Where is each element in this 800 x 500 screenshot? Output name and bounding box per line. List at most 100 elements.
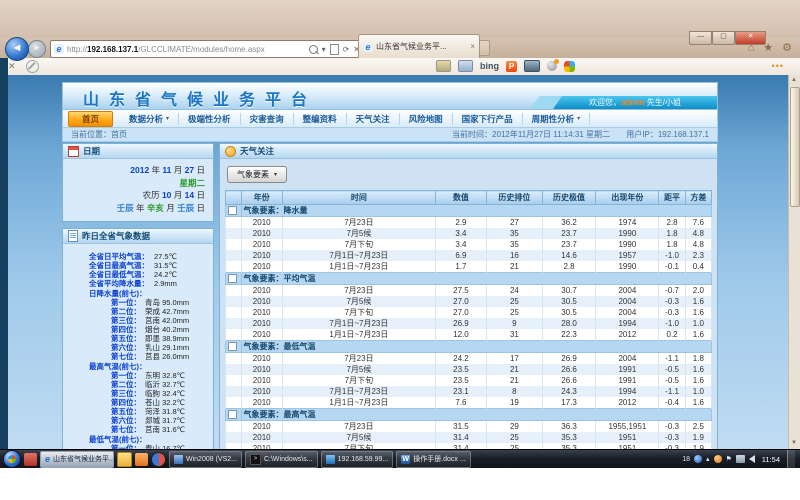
section-checkbox[interactable] <box>228 410 237 419</box>
menu-item-4[interactable]: 整编资料 <box>294 113 347 125</box>
volume-icon[interactable] <box>749 455 755 463</box>
section-row: 气象要素：降水量 <box>226 205 712 217</box>
table-row: 20107月下旬27.02530.52004-0.31.6 <box>226 307 712 318</box>
date-segment: 14 <box>185 190 197 200</box>
app-ball-icon[interactable] <box>151 452 166 467</box>
menu-item-5[interactable]: 天气关注 <box>347 113 400 125</box>
taskbar-button-3[interactable]: W操作手册.docx ... <box>396 451 471 468</box>
table-cell: 35 <box>486 239 542 250</box>
table-cell: -1.0 <box>659 318 685 329</box>
address-bar[interactable]: e http://192.168.137.1/GLCCLIMATE/module… <box>50 40 364 58</box>
addon-close-icon[interactable]: ✕ <box>8 61 16 72</box>
win-icon <box>174 455 183 464</box>
browser-scrollbar[interactable]: ▲ ▼ <box>788 75 800 449</box>
card-icon[interactable] <box>436 60 451 72</box>
stat-line: 全省平均降水量：2.9mm <box>63 279 211 288</box>
table-cell: 31.5 <box>435 421 486 433</box>
rank-group-title: 日降水量(前七)： <box>63 289 211 298</box>
minimize-button[interactable]: — <box>689 31 712 45</box>
table-cell: 2004 <box>596 307 659 318</box>
camera-icon[interactable] <box>524 60 540 72</box>
search-provider-icon[interactable]: P <box>506 61 517 72</box>
table-cell: 1994 <box>596 318 659 329</box>
maximize-button[interactable]: ▢ <box>712 31 735 45</box>
taskbar-clock[interactable]: 11:54 <box>762 455 780 464</box>
menu-item-6[interactable]: 风险地图 <box>400 113 453 125</box>
table-row: 20107月23日27.52430.72004-0.72.0 <box>226 285 712 297</box>
tab-close-icon[interactable]: × <box>470 42 475 51</box>
person-icon[interactable] <box>547 61 557 71</box>
search-dropdown-icon[interactable]: ▾ <box>322 45 326 54</box>
menu-item-8[interactable]: 周期性分析▾ <box>523 113 591 125</box>
date-line: 2012 年 11 月 27 日 <box>71 164 205 177</box>
table-cell: 8 <box>486 386 542 397</box>
word-icon: W <box>401 455 410 464</box>
menu-item-3[interactable]: 灾害查询 <box>241 113 294 125</box>
tray-app-icon[interactable] <box>694 455 702 463</box>
taskbar-button-1[interactable]: >C:\Windows\s... <box>245 451 318 468</box>
table-cell: 2.9 <box>435 217 486 229</box>
rank-item: 第七位：莒县 26.0mm <box>63 352 211 361</box>
settings-gear-icon[interactable]: ⚙ <box>782 41 792 55</box>
explorer-icon[interactable] <box>117 452 132 467</box>
cmd-icon: > <box>250 454 261 465</box>
section-checkbox[interactable] <box>228 274 237 283</box>
menu-item-0[interactable]: 首页 <box>68 111 113 127</box>
pinned-app-icon[interactable] <box>24 453 37 466</box>
table-cell: 2010 <box>241 285 282 297</box>
network-icon[interactable] <box>736 455 745 463</box>
start-button[interactable] <box>3 450 21 468</box>
bing-logo[interactable]: bing <box>480 61 499 71</box>
close-button[interactable]: ✕ <box>735 31 766 45</box>
scroll-down-icon[interactable]: ▼ <box>789 438 799 449</box>
browser-tab[interactable]: e 山东省气候业务平... × <box>358 34 480 58</box>
back-button[interactable]: ◄ <box>5 37 29 61</box>
table-cell: 1.0 <box>685 318 711 329</box>
rank-value: 乳山 29.1mm <box>145 343 189 352</box>
table-cell: 1991 <box>596 364 659 375</box>
section-checkbox[interactable] <box>228 206 237 215</box>
menu-item-1[interactable]: 数据分析▾ <box>120 113 179 125</box>
mail-icon[interactable] <box>458 60 473 72</box>
table-header-cell: 数值 <box>435 191 486 205</box>
section-checkbox[interactable] <box>228 342 237 351</box>
compatibility-icon[interactable] <box>330 44 339 55</box>
taskbar-button-2[interactable]: 192.168.59.99... <box>321 451 394 468</box>
table-cell: 7月5候 <box>282 296 435 307</box>
url-text[interactable]: http://192.168.137.1/GLCCLIMATE/modules/… <box>67 45 306 54</box>
search-icon[interactable] <box>309 45 318 54</box>
active-window-button[interactable]: e 山东省气候业务平... <box>40 451 114 468</box>
app-orange-icon[interactable] <box>135 453 148 466</box>
addons-icon[interactable] <box>564 61 575 72</box>
taskbar-button-0[interactable]: Win2008 (VS2... <box>169 451 242 468</box>
table-cell: 22.3 <box>542 329 595 341</box>
more-options-icon[interactable]: ••• <box>772 61 784 71</box>
table-cell: 36.3 <box>542 421 595 433</box>
show-desktop-button[interactable] <box>787 450 795 469</box>
tray-expand-icon[interactable]: ▴ <box>706 455 710 463</box>
menu-item-2[interactable]: 极端性分析 <box>179 113 241 125</box>
page-title: 山东省气候业务平台 <box>83 86 317 110</box>
element-filter-button[interactable]: 气象要素▾ <box>227 166 287 183</box>
refresh-icon[interactable]: ⟳ <box>343 45 350 54</box>
table-cell: 26.9 <box>542 353 595 365</box>
forward-button[interactable]: ► <box>28 40 46 58</box>
table-row: 20107月1日~7月23日6.91614.61957-1.02.3 <box>226 250 712 261</box>
date-segment: 月 <box>166 203 177 213</box>
scrollbar-thumb[interactable] <box>790 87 800 207</box>
action-center-flag-icon[interactable]: ⚑ <box>726 455 732 463</box>
menu-item-label: 首页 <box>82 112 99 126</box>
tray-fox-icon[interactable] <box>714 455 722 463</box>
menu-item-7[interactable]: 国家下行产品 <box>453 113 523 125</box>
table-cell: 2.0 <box>685 285 711 297</box>
stats-panel-body: 全省日平均气温：27.5℃全省日最高气温：31.5℃全省日最低气温：24.2℃全… <box>63 244 213 450</box>
table-cell: 7月5候 <box>282 228 435 239</box>
rank-position: 第一位： <box>111 298 141 307</box>
rdp-icon <box>326 455 335 464</box>
rank-value: 郯城 31.7℃ <box>145 416 185 425</box>
section-row: 气象要素：最低气温 <box>226 341 712 353</box>
scroll-up-icon[interactable]: ▲ <box>789 75 799 86</box>
table-cell: 27.5 <box>435 285 486 297</box>
blocked-icon[interactable] <box>26 60 39 73</box>
stat-value: 2.9mm <box>154 279 177 288</box>
